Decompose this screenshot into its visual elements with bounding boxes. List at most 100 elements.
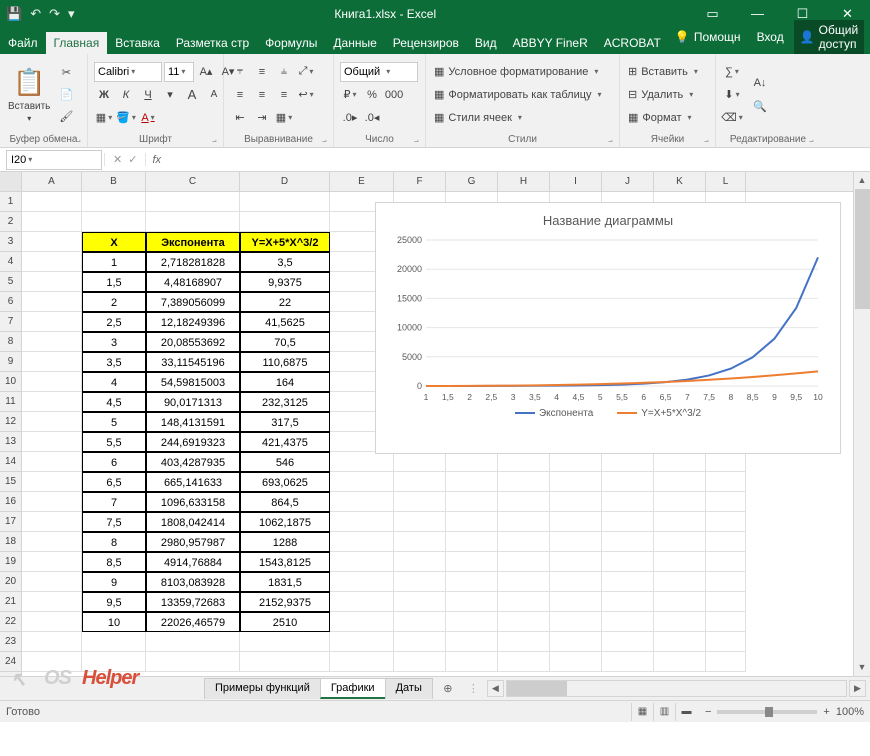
cell-C14[interactable]: 403,4287935: [146, 452, 240, 472]
cell-J19[interactable]: [602, 552, 654, 572]
cell-H24[interactable]: [498, 652, 550, 672]
cell-L21[interactable]: [706, 592, 746, 612]
cell-A23[interactable]: [22, 632, 82, 652]
cell-C2[interactable]: [146, 212, 240, 232]
cell-D3[interactable]: Y=X+5*X^3/2: [240, 232, 330, 252]
cell-B19[interactable]: 8,5: [82, 552, 146, 572]
cell-L16[interactable]: [706, 492, 746, 512]
cell-A18[interactable]: [22, 532, 82, 552]
cell-E19[interactable]: [330, 552, 394, 572]
cell-F17[interactable]: [394, 512, 446, 532]
row-header-12[interactable]: 12: [0, 412, 21, 432]
increase-decimal-icon[interactable]: .0▸: [340, 108, 360, 128]
decrease-decimal-icon[interactable]: .0◂: [362, 108, 382, 128]
grow-font-icon[interactable]: A▴: [196, 62, 216, 82]
cell-B23[interactable]: [82, 632, 146, 652]
indent-decrease-icon[interactable]: ⇤: [230, 108, 250, 128]
comma-icon[interactable]: 000: [384, 85, 404, 105]
cell-I14[interactable]: [550, 452, 602, 472]
cell-K20[interactable]: [654, 572, 706, 592]
cell-B4[interactable]: 1: [82, 252, 146, 272]
align-left-icon[interactable]: ≡: [230, 85, 250, 105]
cell-E16[interactable]: [330, 492, 394, 512]
cell-I17[interactable]: [550, 512, 602, 532]
cell-D23[interactable]: [240, 632, 330, 652]
cell-K18[interactable]: [654, 532, 706, 552]
cell-L23[interactable]: [706, 632, 746, 652]
cell-G20[interactable]: [446, 572, 498, 592]
cell-J23[interactable]: [602, 632, 654, 652]
cell-B10[interactable]: 4: [82, 372, 146, 392]
cell-H17[interactable]: [498, 512, 550, 532]
font-color-icon[interactable]: A: [138, 108, 158, 128]
cell-D16[interactable]: 864,5: [240, 492, 330, 512]
font-size-select[interactable]: 11: [164, 62, 194, 82]
cell-C21[interactable]: 13359,72683: [146, 592, 240, 612]
cell-J16[interactable]: [602, 492, 654, 512]
tab-вид[interactable]: Вид: [467, 32, 505, 54]
cell-D14[interactable]: 546: [240, 452, 330, 472]
hscroll-right-icon[interactable]: ▶: [849, 680, 866, 697]
delete-cells-button[interactable]: ⊟Удалить: [626, 85, 700, 105]
cell-F19[interactable]: [394, 552, 446, 572]
sheet-tab-0[interactable]: Примеры функций: [204, 678, 321, 699]
cell-A6[interactable]: [22, 292, 82, 312]
cell-G15[interactable]: [446, 472, 498, 492]
cell-C7[interactable]: 12,18249396: [146, 312, 240, 332]
col-header-E[interactable]: E: [330, 172, 394, 191]
cell-D7[interactable]: 41,5625: [240, 312, 330, 332]
find-icon[interactable]: 🔍: [750, 96, 770, 116]
cell-B16[interactable]: 7: [82, 492, 146, 512]
tab-файл[interactable]: Файл: [0, 32, 46, 54]
cell-B6[interactable]: 2: [82, 292, 146, 312]
cell-L20[interactable]: [706, 572, 746, 592]
cell-C15[interactable]: 665,141633: [146, 472, 240, 492]
percent-icon[interactable]: %: [362, 85, 382, 105]
cell-I19[interactable]: [550, 552, 602, 572]
col-header-C[interactable]: C: [146, 172, 240, 191]
align-middle-icon[interactable]: ≡: [252, 62, 272, 82]
row-header-6[interactable]: 6: [0, 292, 21, 312]
cell-F22[interactable]: [394, 612, 446, 632]
row-header-15[interactable]: 15: [0, 472, 21, 492]
cell-L14[interactable]: [706, 452, 746, 472]
cell-A2[interactable]: [22, 212, 82, 232]
fill-color-icon[interactable]: 🪣: [116, 108, 136, 128]
cell-E14[interactable]: [330, 452, 394, 472]
col-header-F[interactable]: F: [394, 172, 446, 191]
cell-A4[interactable]: [22, 252, 82, 272]
cell-D19[interactable]: 1543,8125: [240, 552, 330, 572]
fill-icon[interactable]: ⬇: [722, 85, 742, 105]
cell-C23[interactable]: [146, 632, 240, 652]
cell-A5[interactable]: [22, 272, 82, 292]
scroll-thumb[interactable]: [855, 189, 870, 309]
cell-B5[interactable]: 1,5: [82, 272, 146, 292]
cell-I20[interactable]: [550, 572, 602, 592]
cell-F15[interactable]: [394, 472, 446, 492]
autosum-icon[interactable]: ∑: [722, 62, 742, 82]
hscroll-left-icon[interactable]: ◀: [487, 680, 504, 697]
row-header-14[interactable]: 14: [0, 452, 21, 472]
cell-G17[interactable]: [446, 512, 498, 532]
row-header-5[interactable]: 5: [0, 272, 21, 292]
tab-acrobat[interactable]: ACROBAT: [596, 32, 669, 54]
cell-B8[interactable]: 3: [82, 332, 146, 352]
sheet-tab-2[interactable]: Даты: [385, 678, 433, 699]
tab-abbyy finer[interactable]: ABBYY FineR: [505, 32, 596, 54]
format-cells-button[interactable]: ▦Формат: [626, 108, 700, 128]
cell-G22[interactable]: [446, 612, 498, 632]
row-header-10[interactable]: 10: [0, 372, 21, 392]
col-header-A[interactable]: A: [22, 172, 82, 191]
cell-K17[interactable]: [654, 512, 706, 532]
cell-A13[interactable]: [22, 432, 82, 452]
cell-A16[interactable]: [22, 492, 82, 512]
orientation-icon[interactable]: ⤢: [296, 62, 316, 82]
cell-B1[interactable]: [82, 192, 146, 212]
cell-D20[interactable]: 1831,5: [240, 572, 330, 592]
tab-вставка[interactable]: Вставка: [107, 32, 168, 54]
tab-главная[interactable]: Главная: [46, 32, 108, 54]
cell-A8[interactable]: [22, 332, 82, 352]
cell-I18[interactable]: [550, 532, 602, 552]
align-top-icon[interactable]: ⫧: [230, 62, 250, 82]
row-header-1[interactable]: 1: [0, 192, 21, 212]
